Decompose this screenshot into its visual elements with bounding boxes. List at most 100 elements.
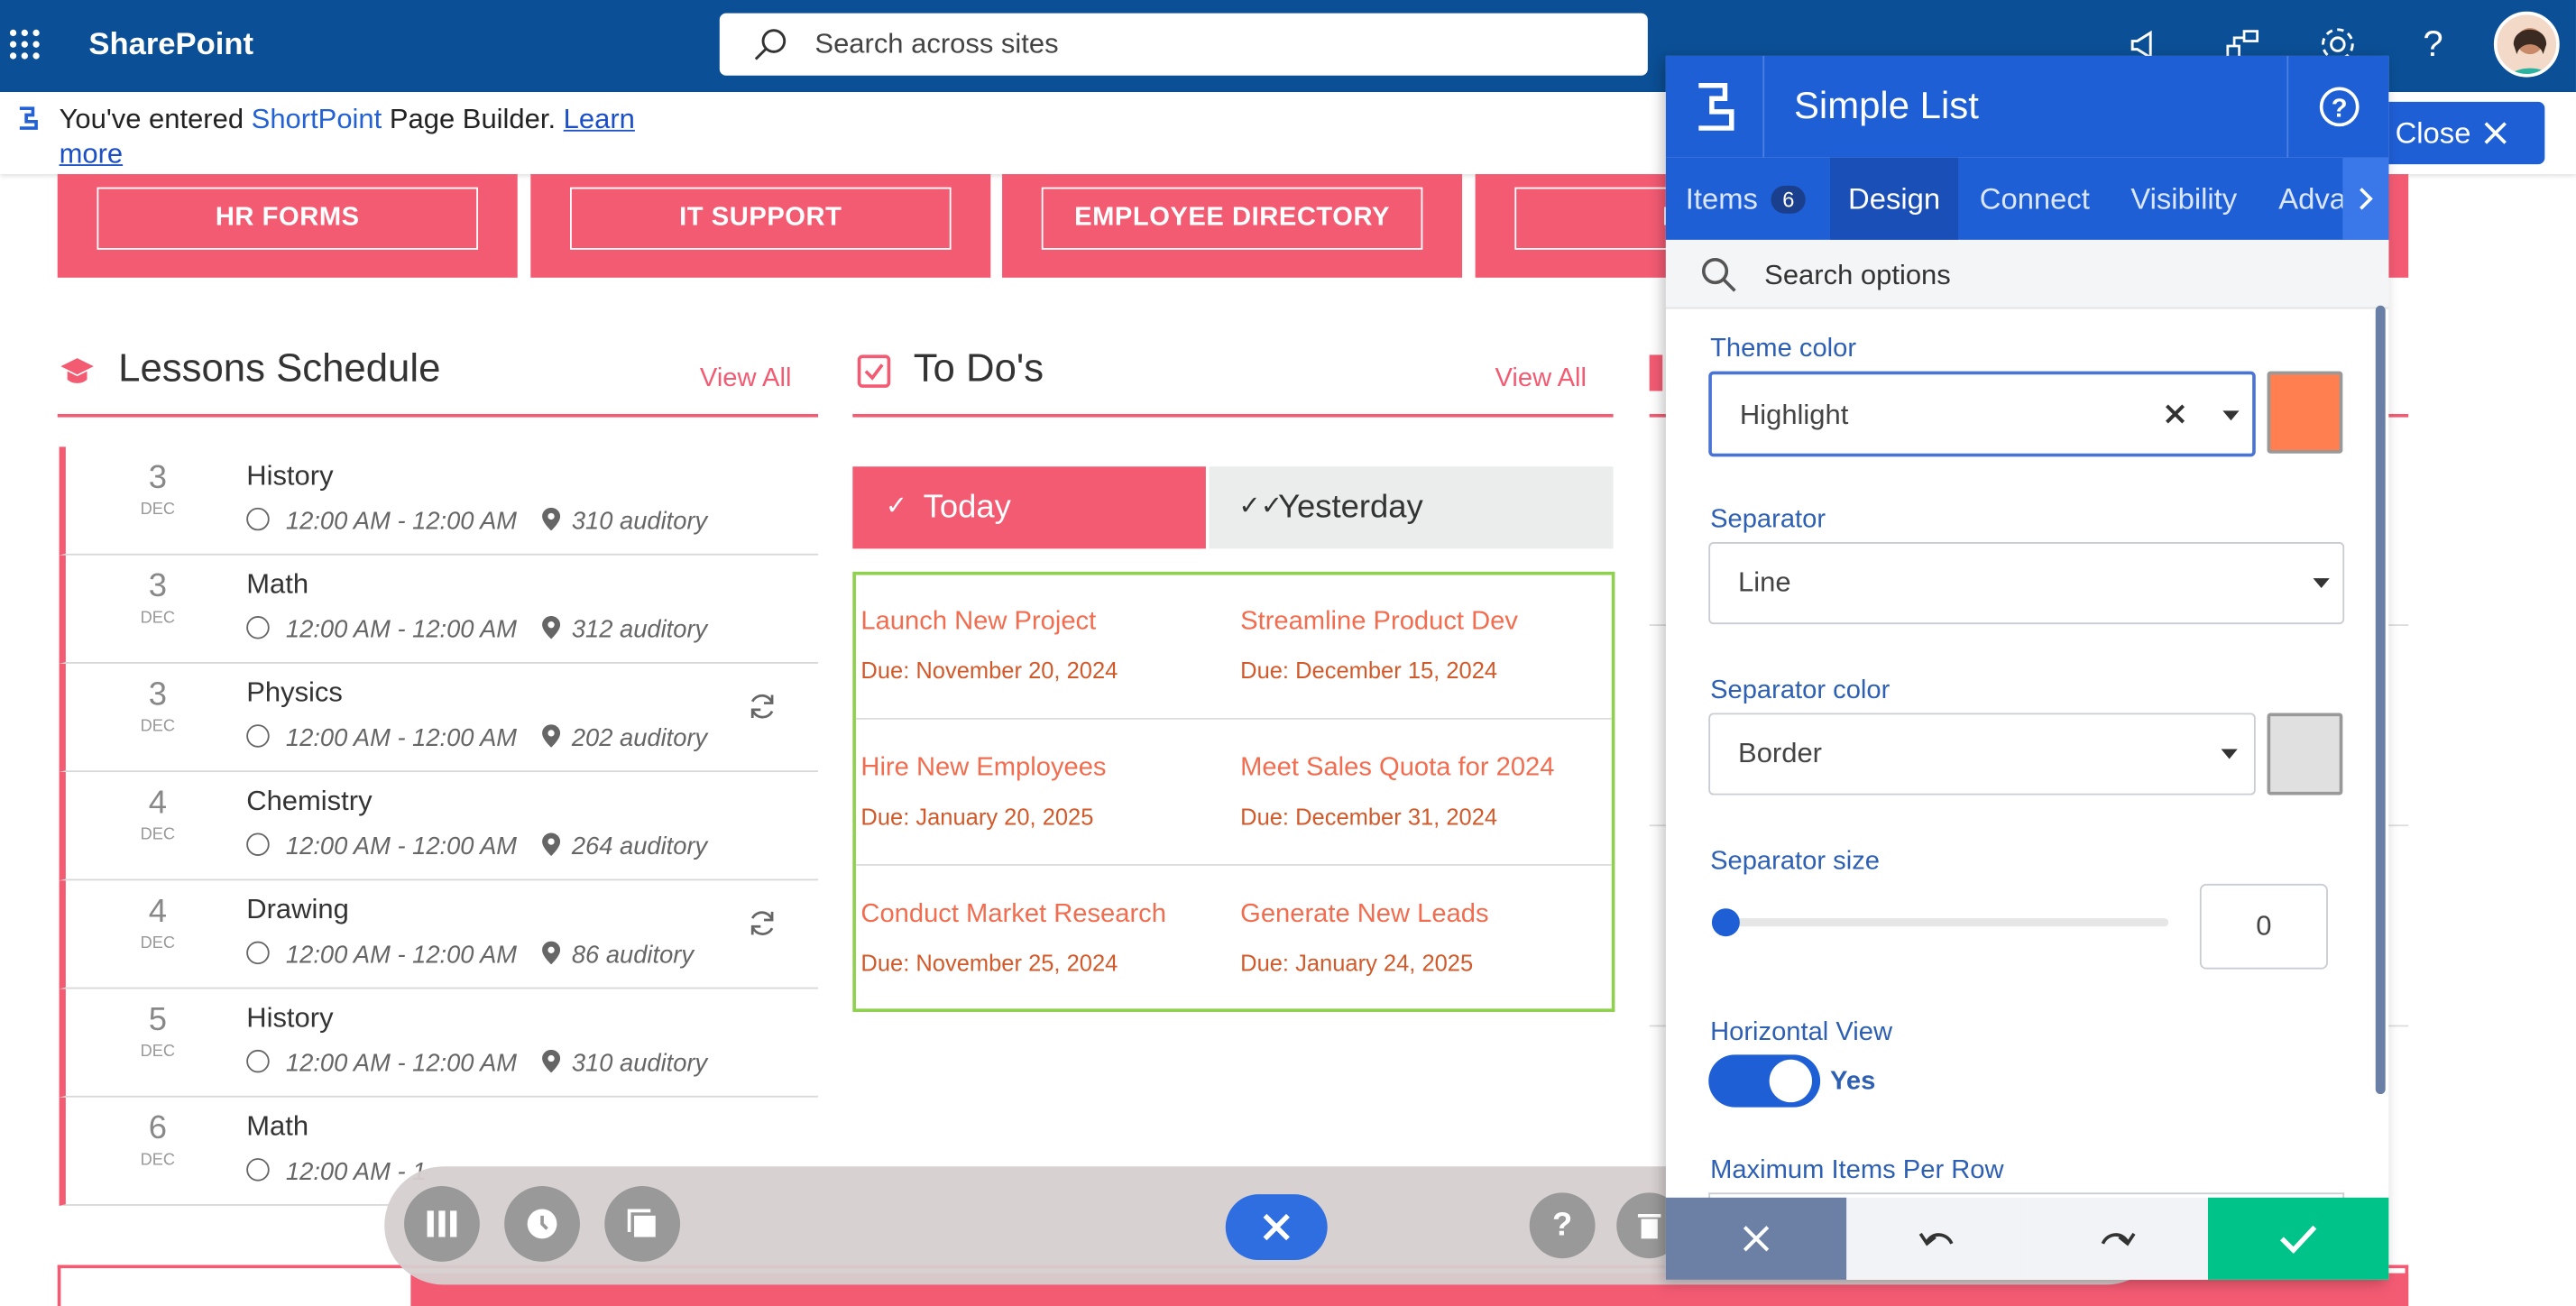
toggle-knob xyxy=(1769,1059,1813,1103)
columns-button[interactable] xyxy=(404,1186,480,1262)
items-count-badge: 6 xyxy=(1771,184,1807,213)
chevron-right-icon xyxy=(2360,188,2373,210)
lesson-name: History xyxy=(246,1002,334,1034)
panel-scrollbar[interactable] xyxy=(2375,305,2386,1095)
recurring-sync-icon xyxy=(750,694,774,719)
shortpoint-logo-icon xyxy=(19,106,38,130)
separator-size-label: Separator size xyxy=(1710,847,1880,876)
recurring-sync-icon xyxy=(750,911,774,935)
theme-color-swatch[interactable] xyxy=(2267,371,2343,454)
tabs-scroll-right-button[interactable] xyxy=(2342,157,2389,240)
copy-button[interactable] xyxy=(604,1186,681,1262)
redo-button[interactable] xyxy=(2027,1197,2208,1280)
separator-color-select[interactable]: Border xyxy=(1708,713,2256,796)
tab-advanced[interactable]: Adva xyxy=(2278,158,2346,240)
separator-color-swatch[interactable] xyxy=(2267,713,2343,796)
question-circle-icon: ? xyxy=(2318,87,2359,127)
lesson-time: 12:00 AM - 12:00 AM xyxy=(285,616,518,644)
todo-title[interactable]: Meet Sales Quota for 2024 xyxy=(1240,754,1554,784)
help-button[interactable]: ? xyxy=(1529,1192,1596,1259)
lesson-day: 5 xyxy=(148,1002,167,1039)
separator-color-value: Border xyxy=(1738,737,1822,769)
it-support-button[interactable]: IT SUPPORT xyxy=(570,187,952,250)
lesson-day: 3 xyxy=(148,568,167,605)
tab-items-label: Items xyxy=(1685,181,1758,215)
todo-title[interactable]: Streamline Product Dev xyxy=(1240,608,1518,638)
horizontal-view-toggle[interactable] xyxy=(1708,1054,1821,1108)
notice-product: ShortPoint xyxy=(251,103,382,135)
lesson-day: 4 xyxy=(148,893,167,930)
lesson-row[interactable]: 5 DEC History 12:00 AM - 12:00 AM 310 audito… xyxy=(59,989,819,1098)
todos-divider xyxy=(852,413,1614,418)
options-search-placeholder: Search options xyxy=(1764,259,1951,291)
close-x-icon xyxy=(2484,122,2507,144)
copy-icon xyxy=(627,1209,656,1237)
partial-section-icon xyxy=(1649,354,1663,391)
exit-builder-button[interactable] xyxy=(1225,1194,1328,1261)
double-check-icon: ✓✓ xyxy=(1238,492,1283,521)
separator-value: Line xyxy=(1738,566,1791,598)
location-pin-icon xyxy=(542,507,561,531)
options-search[interactable]: Search options xyxy=(1665,239,2389,309)
todos-view-all-link[interactable]: View All xyxy=(1495,364,1587,394)
search-box[interactable]: Search across sites xyxy=(719,13,1648,76)
lesson-room: 310 auditory xyxy=(571,507,708,536)
lesson-row[interactable]: 3 DEC Math 12:00 AM - 12:00 AM 312 auditory xyxy=(59,555,819,664)
app-launcher-icon[interactable] xyxy=(9,29,40,60)
location-pin-icon xyxy=(542,724,561,748)
lesson-row[interactable]: 3 DEC History 12:00 AM - 12:00 AM 310 audito… xyxy=(59,446,819,556)
tab-design[interactable]: Design xyxy=(1830,157,1959,240)
lesson-room: 202 auditory xyxy=(571,724,708,753)
tile-employee-directory: EMPLOYEE DIRECTORY xyxy=(1002,174,1463,278)
lessons-title: Lessons Schedule xyxy=(118,346,441,391)
todo-due-date: Due: November 25, 2024 xyxy=(860,949,1118,976)
cancel-button[interactable] xyxy=(1665,1197,1847,1280)
history-button[interactable] xyxy=(504,1186,580,1262)
separator-size-input[interactable]: 0 xyxy=(2199,883,2328,970)
todo-title[interactable]: Launch New Project xyxy=(860,608,1096,638)
todo-title[interactable]: Hire New Employees xyxy=(860,754,1106,784)
check-icon: ✓ xyxy=(885,492,908,521)
lesson-room: 312 auditory xyxy=(571,616,708,644)
separator-size-slider-thumb[interactable] xyxy=(1711,908,1740,937)
lesson-month: DEC xyxy=(140,826,176,845)
lesson-row[interactable]: 4 DEC Chemistry 12:00 AM - 12:00 AM 264 audi… xyxy=(59,772,819,881)
theme-color-select[interactable]: Highlight xyxy=(1708,371,2256,457)
notice-suffix: Page Builder. xyxy=(382,103,564,135)
clock-icon xyxy=(527,1209,557,1239)
todo-title[interactable]: Conduct Market Research xyxy=(860,900,1166,930)
tab-yesterday[interactable]: ✓✓ Yesterday xyxy=(1209,466,1614,549)
tab-visibility[interactable]: Visibility xyxy=(2130,158,2237,240)
user-avatar[interactable] xyxy=(2493,11,2560,78)
tab-connect[interactable]: Connect xyxy=(1980,158,2090,240)
undo-button[interactable] xyxy=(1846,1197,2028,1280)
check-icon xyxy=(2279,1225,2317,1254)
checkbox-icon xyxy=(857,354,891,388)
lesson-time: 12:00 AM - 12:00 AM xyxy=(285,507,518,536)
todo-title[interactable]: Generate New Leads xyxy=(1240,900,1488,930)
separator-size-slider-track[interactable] xyxy=(1715,918,2169,927)
app-name[interactable]: SharePoint xyxy=(88,28,253,64)
tab-today[interactable]: ✓ Today xyxy=(852,466,1206,549)
save-button[interactable] xyxy=(2207,1197,2389,1280)
lesson-month: DEC xyxy=(140,1043,176,1062)
panel-header: Simple List ? xyxy=(1665,55,2389,158)
separator-label: Separator xyxy=(1710,505,1826,534)
clear-icon[interactable] xyxy=(2166,404,2185,424)
lesson-day: 3 xyxy=(148,459,167,497)
separator-select[interactable]: Line xyxy=(1708,542,2345,625)
tab-items[interactable]: Items 6 xyxy=(1685,158,1807,240)
clock-icon xyxy=(246,1158,270,1182)
clock-icon xyxy=(246,941,270,965)
max-items-label: Maximum Items Per Row xyxy=(1710,1156,2004,1185)
todo-due-date: Due: January 20, 2025 xyxy=(860,803,1094,830)
lessons-view-all-link[interactable]: View All xyxy=(700,364,792,394)
lesson-row[interactable]: 3 DEC Physics 12:00 AM - 12:00 AM 202 audito… xyxy=(59,663,819,773)
hr-forms-button[interactable]: HR FORMS xyxy=(97,187,479,250)
lesson-row[interactable]: 4 DEC Drawing 12:00 AM - 12:00 AM 86 auditor… xyxy=(59,880,819,989)
lessons-divider xyxy=(57,413,819,418)
panel-help-button[interactable]: ? xyxy=(2286,55,2388,158)
close-panel-button[interactable]: Close xyxy=(2365,101,2545,165)
help-icon[interactable]: ? xyxy=(2412,23,2454,65)
employee-directory-button[interactable]: EMPLOYEE DIRECTORY xyxy=(1041,187,1423,250)
